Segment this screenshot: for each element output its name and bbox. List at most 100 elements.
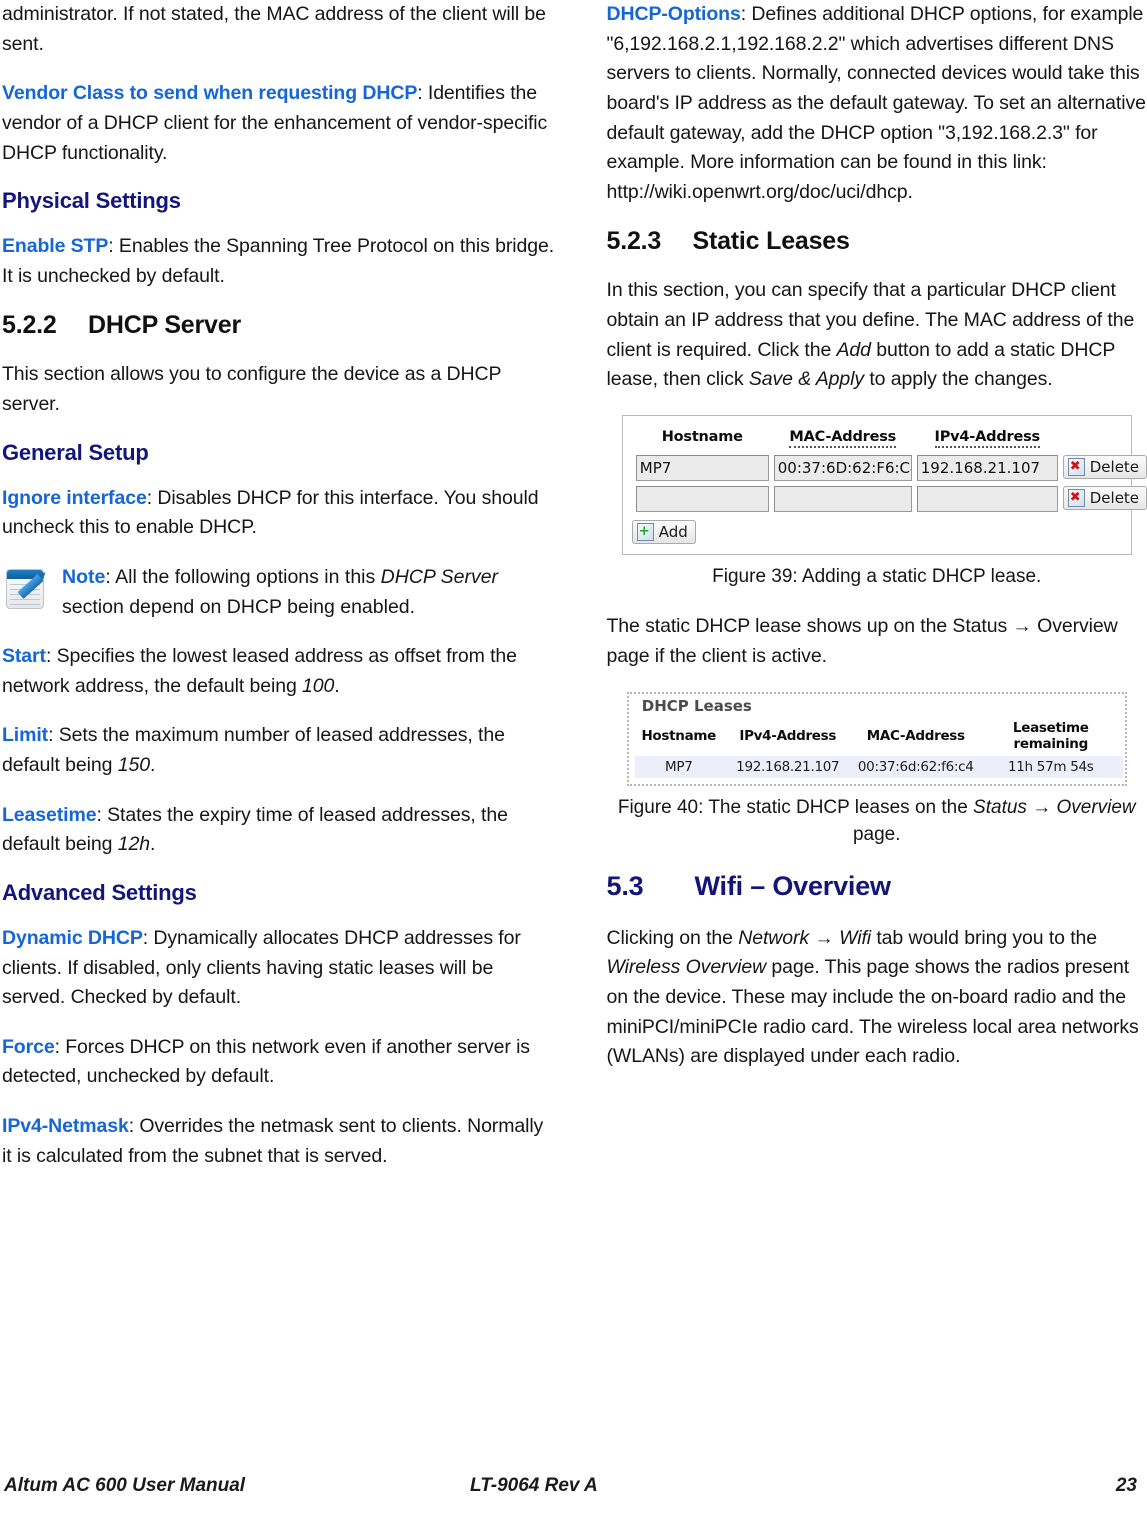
note-block: Note: All the following options in this … bbox=[2, 563, 555, 622]
static-lease-header-row: Hostname MAC-Address IPv4-Address bbox=[635, 427, 1134, 451]
paragraph-static-leases-intro: In this section, you can specify that a … bbox=[607, 276, 1147, 395]
page-footer: Altum AC 600 User Manual LT-9064 Rev A 2… bbox=[0, 1475, 1147, 1497]
heading-dhcp-server: 5.2.2 DHCP Server bbox=[2, 311, 555, 340]
text-wifi-a: Clicking on the bbox=[606, 926, 739, 949]
delete-icon: ✖ bbox=[1067, 489, 1085, 508]
heading-static-leases: 5.2.3 Static Leases bbox=[607, 227, 1147, 256]
dhcp-leases-header-row: Hostname IPv4-Address MAC-Address Leaset… bbox=[635, 718, 1123, 756]
text-sl-c: to apply the changes. bbox=[864, 368, 1053, 391]
figure-40-caption: Figure 40: The static DHCP leases on the… bbox=[607, 794, 1147, 849]
right-column: DHCP-Options: Defines additional DHCP op… bbox=[593, 0, 1147, 1420]
add-icon: + bbox=[636, 522, 654, 541]
figure-39: Hostname MAC-Address IPv4-Address MP7 00… bbox=[607, 414, 1147, 591]
paragraph-force: Force: Forces DHCP on this network even … bbox=[2, 1033, 555, 1092]
col-header-actions bbox=[1062, 427, 1134, 451]
paragraph-ipv4-netmask: IPv4-Netmask: Overrides the netmask sent… bbox=[2, 1112, 555, 1171]
note-label: Note bbox=[62, 565, 106, 588]
figure-39-caption: Figure 39: Adding a static DHCP lease. bbox=[712, 565, 1042, 587]
notepad-pencil-icon bbox=[4, 567, 46, 609]
paragraph-dhcp-server-intro: This section allows you to configure the… bbox=[2, 363, 502, 415]
text-start-a: : Specifies the lowest leased address as… bbox=[2, 645, 517, 697]
paragraph-status-overview: The static DHCP lease shows up on the St… bbox=[606, 615, 1118, 668]
term-ignore-interface: Ignore interface bbox=[2, 486, 147, 509]
ipv4-address-input[interactable] bbox=[916, 485, 1058, 512]
text-dhcp-options: : Defines additional DHCP options, for e… bbox=[606, 3, 1146, 203]
delete-button-label: Delete bbox=[1089, 489, 1140, 508]
ls-cell-ipv4-address: 192.168.21.107 bbox=[722, 755, 853, 778]
ls-col-hostname: Hostname bbox=[641, 727, 717, 744]
paragraph-dhcp-options: DHCP-Options: Defines additional DHCP op… bbox=[607, 0, 1147, 207]
ls-cell-hostname: MP7 bbox=[634, 755, 723, 778]
fig40-caption-b: page. bbox=[852, 824, 901, 846]
term-dhcp-options: DHCP-Options bbox=[606, 3, 741, 25]
fig40-caption-a: Figure 40: The static DHCP leases on the bbox=[617, 796, 974, 818]
mac-address-input[interactable]: 00:37:6D:62:F6:C4 bbox=[773, 454, 912, 481]
heading-dhcp-server-number: 5.2.2 bbox=[2, 311, 57, 340]
static-lease-widget: Hostname MAC-Address IPv4-Address MP7 00… bbox=[621, 414, 1147, 555]
heading-dhcp-server-title: DHCP Server bbox=[88, 311, 241, 340]
paragraph-dynamic-dhcp: Dynamic DHCP: Dynamically allocates DHCP… bbox=[2, 924, 555, 1013]
term-enable-stp: Enable STP bbox=[2, 235, 109, 258]
value-leasetime-default: 12h bbox=[117, 833, 150, 856]
paragraph-wifi-overview: Clicking on the Network → Wifi tab would… bbox=[607, 924, 1147, 1072]
value-start-default: 100 bbox=[302, 674, 335, 697]
ls-col-leasetime-remaining: Leasetime remaining bbox=[1012, 719, 1089, 752]
term-vendor-class: Vendor Class to send when requesting DHC… bbox=[2, 82, 418, 105]
col-header-mac-address: MAC-Address bbox=[773, 427, 913, 451]
fig40-caption-italic: Status → Overview bbox=[973, 796, 1136, 818]
delete-button[interactable]: ✖ Delete bbox=[1062, 486, 1147, 511]
footer-document-code: LT-9064 Rev A bbox=[470, 1475, 598, 1496]
table-row: MP7 00:37:6D:62:F6:C4 192.168.21.107 ✖ D… bbox=[635, 454, 1147, 482]
ls-col-mac-address: MAC-Address bbox=[866, 727, 965, 744]
delete-button-label: Delete bbox=[1089, 458, 1140, 477]
text-sl-italic-add: Add bbox=[836, 338, 872, 361]
paragraph-limit: Limit: Sets the maximum number of leased… bbox=[2, 721, 555, 780]
heading-wifi-overview-number: 5.3 bbox=[606, 870, 644, 901]
mac-address-input[interactable] bbox=[773, 485, 912, 512]
paragraph-start: Start: Specifies the lowest leased addre… bbox=[2, 642, 555, 701]
dhcp-leases-table: Hostname IPv4-Address MAC-Address Leaset… bbox=[634, 718, 1123, 778]
footer-page-number: 23 bbox=[1115, 1475, 1137, 1496]
left-column: administrator. If not stated, the MAC ad… bbox=[0, 0, 555, 1420]
table-row: MP7 192.168.21.107 00:37:6d:62:f6:c4 11h… bbox=[634, 755, 1123, 778]
col-header-hostname: Hostname bbox=[661, 428, 743, 445]
term-ipv4-netmask: IPv4-Netmask bbox=[2, 1115, 129, 1137]
footer-manual-title: Altum AC 600 User Manual bbox=[4, 1475, 246, 1496]
heading-general-setup: General Setup bbox=[2, 439, 149, 465]
ipv4-address-input[interactable]: 192.168.21.107 bbox=[916, 454, 1058, 481]
paragraph-continued: administrator. If not stated, the MAC ad… bbox=[2, 3, 546, 55]
dhcp-leases-widget: DHCP Leases Hostname IPv4-Address MAC-Ad… bbox=[626, 691, 1127, 786]
heading-wifi-overview-title: Wifi – Overview bbox=[694, 870, 892, 901]
text-limit-b: . bbox=[149, 754, 156, 776]
text-start-b: . bbox=[334, 674, 340, 697]
heading-static-leases-title: Static Leases bbox=[692, 227, 850, 256]
paragraph-leasetime: Leasetime: States the expiry time of lea… bbox=[2, 801, 555, 860]
heading-wifi-overview: 5.3 Wifi – Overview bbox=[607, 871, 1147, 902]
hostname-input[interactable]: MP7 bbox=[635, 454, 769, 481]
text-limit-a: : Sets the maximum number of leased addr… bbox=[2, 724, 505, 776]
term-leasetime: Leasetime bbox=[2, 803, 97, 826]
document-page: administrator. If not stated, the MAC ad… bbox=[0, 0, 1147, 1519]
note-text-a: : All the following options in this bbox=[105, 565, 381, 588]
term-force: Force bbox=[2, 1035, 55, 1058]
ls-cell-mac-address: 00:37:6d:62:f6:c4 bbox=[852, 755, 979, 778]
note-text-b: section depend on DHCP being enabled. bbox=[62, 595, 416, 618]
paragraph-ignore-interface: Ignore interface: Disables DHCP for this… bbox=[2, 484, 555, 543]
add-button-label: Add bbox=[658, 522, 688, 541]
delete-button[interactable]: ✖ Delete bbox=[1062, 455, 1147, 480]
table-row: ✖ Delete bbox=[635, 485, 1147, 513]
heading-static-leases-number: 5.2.3 bbox=[606, 227, 662, 256]
heading-advanced-settings: Advanced Settings bbox=[2, 879, 197, 905]
hostname-input[interactable] bbox=[635, 485, 769, 512]
term-dynamic-dhcp: Dynamic DHCP bbox=[2, 926, 143, 949]
paragraph-vendor-class: Vendor Class to send when requesting DHC… bbox=[2, 79, 555, 168]
add-button[interactable]: + Add bbox=[631, 519, 696, 544]
paragraph-enable-stp: Enable STP: Enables the Spanning Tree Pr… bbox=[2, 232, 555, 291]
text-force: : Forces DHCP on this network even if an… bbox=[2, 1035, 530, 1088]
text-wifi-italic-network-wifi: Network → Wifi bbox=[738, 926, 872, 949]
ls-col-ipv4-address: IPv4-Address bbox=[739, 727, 837, 744]
value-limit-default: 150 bbox=[117, 754, 150, 776]
figure-40: DHCP Leases Hostname IPv4-Address MAC-Ad… bbox=[607, 691, 1147, 849]
text-wifi-b: tab would bring you to the bbox=[871, 926, 1098, 949]
two-column-body: administrator. If not stated, the MAC ad… bbox=[0, 0, 1147, 1420]
